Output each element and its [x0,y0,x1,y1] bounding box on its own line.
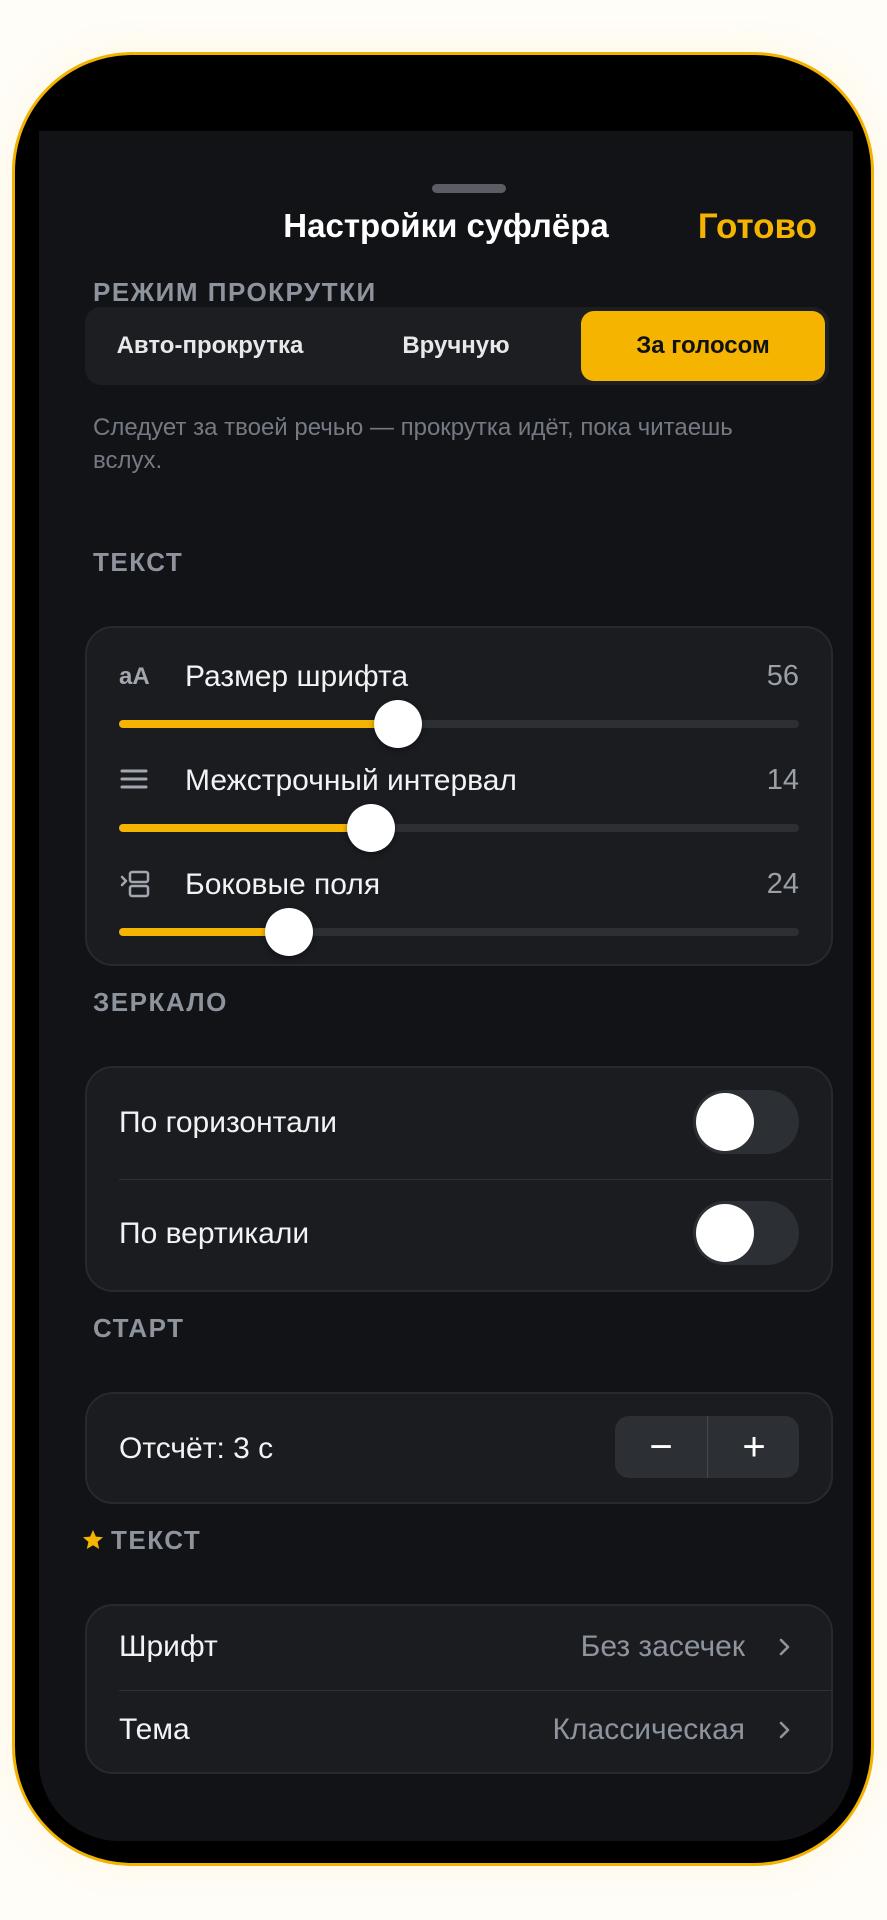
section-label-text: ТЕКСТ [111,1525,202,1555]
font-label: Шрифт [119,1630,218,1663]
font-size-value: 56 [766,660,799,692]
done-button[interactable]: Готово [698,207,817,247]
theme-label: Тема [119,1713,190,1746]
theme-row[interactable]: Тема Классическая [87,1691,831,1775]
section-label-mirror: ЗЕРКАЛО [93,987,228,1017]
mirror-vertical-label: По вертикали [119,1217,310,1250]
section-label-scroll-mode: РЕЖИМ ПРОКРУТКИ [93,277,377,307]
section-label-text: ТЕКСТ [93,547,184,577]
scroll-mode-segmented-control: Авто-прокрутка Вручную За голосом [85,307,829,385]
section-label-start: СТАРТ [93,1313,185,1343]
margins-row: Боковые поля 24 [119,866,799,966]
margins-slider-fill [119,928,289,936]
lines-icon [119,764,153,798]
chevron-right-icon [779,1638,790,1656]
start-card: Отсчёт: 3 с − + [85,1392,833,1504]
font-size-icon: aA [119,663,150,690]
font-size-slider-thumb[interactable] [373,700,422,748]
mirror-horizontal-label: По горизонтали [119,1106,338,1139]
star-icon [81,1528,105,1559]
margins-value: 24 [766,868,799,900]
decrement-button[interactable]: − [615,1416,707,1478]
font-size-label: Размер шрифта [185,660,409,693]
toggle-knob [696,1093,754,1151]
font-row[interactable]: Шрифт Без засечек [87,1606,831,1690]
scroll-mode-hint: Следует за твоей речью — прокрутка идёт,… [93,414,733,474]
line-spacing-slider-fill [119,824,371,832]
theme-value: Классическая [552,1713,745,1746]
text-preferences-card: Шрифт Без засечек Тема Классическая [85,1604,833,1774]
margins-label: Боковые поля [185,868,381,901]
line-spacing-slider-thumb[interactable] [346,804,395,852]
text-settings-card: aA Размер шрифта 56 Межстрочный интервал… [85,626,833,966]
mirror-card: По горизонтали По вертикали [85,1066,833,1292]
sheet-grabber[interactable] [432,184,506,193]
settings-sheet: Настройки суфлёра Готово РЕЖИМ ПРОКРУТКИ… [39,131,853,1841]
divider [119,1179,831,1180]
font-size-slider-fill [119,720,398,728]
countdown-label: Отсчёт: 3 с [119,1432,274,1465]
segment-voice[interactable]: За голосом [581,311,825,381]
margins-slider-thumb[interactable] [265,908,313,956]
segment-manual[interactable]: Вручную [335,311,577,381]
mirror-vertical-toggle[interactable] [693,1201,799,1265]
line-spacing-slider[interactable] [119,804,799,852]
font-size-slider[interactable] [119,700,799,748]
line-spacing-value: 14 [766,764,799,796]
chevron-right-icon [779,1721,790,1739]
increment-button[interactable]: + [708,1416,799,1478]
mirror-horizontal-toggle[interactable] [693,1090,799,1154]
margins-icon [119,868,153,902]
margins-slider[interactable] [119,908,799,956]
line-spacing-row: Межстрочный интервал 14 [119,762,799,862]
font-size-row: aA Размер шрифта 56 [119,658,799,758]
segment-auto-scroll[interactable]: Авто-прокрутка [89,311,331,381]
section-label-starred-text: ТЕКСТ [81,1525,201,1559]
line-spacing-label: Межстрочный интервал [185,764,517,797]
countdown-stepper: − + [615,1416,799,1478]
phone-frame: Настройки суфлёра Готово РЕЖИМ ПРОКРУТКИ… [12,52,874,1866]
font-value: Без засечек [580,1630,745,1663]
toggle-knob [696,1204,754,1262]
